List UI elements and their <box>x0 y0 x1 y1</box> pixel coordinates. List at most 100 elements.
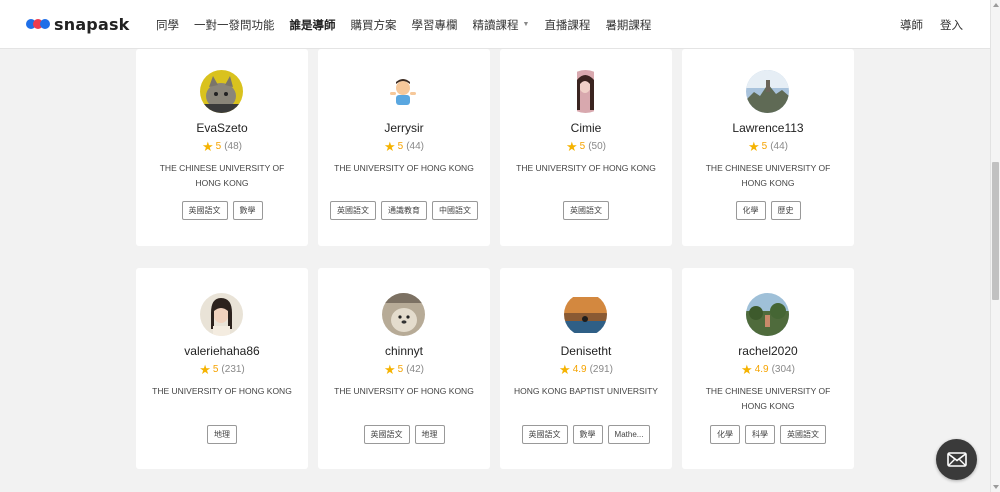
star-icon: ★ <box>741 361 753 377</box>
subject-tag[interactable]: 地理 <box>207 425 237 444</box>
nav-item-tutors[interactable]: 誰是導師 <box>290 17 336 33</box>
rating-score: 4.9 <box>754 364 769 375</box>
scrollbar-thumb[interactable] <box>992 162 999 300</box>
tutor-name: Denisetht <box>560 344 612 358</box>
rating-score: 5 <box>397 141 404 152</box>
avatar <box>746 293 789 336</box>
tutor-school: THE CHINESE UNIVERSITY OF HONG KONG <box>705 163 831 188</box>
tutor-name: valeriehaha86 <box>184 344 260 358</box>
avatar <box>746 70 789 113</box>
subject-tags: 英國語文 <box>500 201 672 220</box>
scroll-down-icon[interactable] <box>993 485 999 489</box>
logo-text: snapask <box>54 14 130 34</box>
subject-tags: 英國語文 數學 Mathe... <box>500 425 672 444</box>
subject-tags: 化學 歷史 <box>682 201 854 220</box>
tutor-link[interactable]: 導師 <box>900 17 923 33</box>
rating-count: (48) <box>224 141 242 152</box>
main-nav: 同學 一對一發問功能 誰是導師 購買方案 學習專欄 精讀課程 ▼ 直播課程 暑期… <box>156 0 666 49</box>
nav-item-summer[interactable]: 暑期課程 <box>605 17 651 33</box>
avatar <box>382 293 425 336</box>
tutor-rating: ★ 5 (44) <box>682 138 854 154</box>
tutor-name: EvaSzeto <box>196 121 248 135</box>
rating-count: (44) <box>770 141 788 152</box>
tutor-card[interactable]: Denisetht ★ 4.9 (291) HONG KONG BAPTIST … <box>500 268 672 469</box>
login-link[interactable]: 登入 <box>940 17 963 33</box>
envelope-icon <box>946 452 967 467</box>
top-navbar: snapask 同學 一對一發問功能 誰是導師 購買方案 學習專欄 精讀課程 ▼… <box>0 0 990 49</box>
rating-count: (44) <box>406 141 424 152</box>
tutor-card[interactable]: Jerrysir ★ 5 (44) THE UNIVERSITY OF HONG… <box>318 49 490 246</box>
tutor-card[interactable]: Lawrence113 ★ 5 (44) THE CHINESE UNIVERS… <box>682 49 854 246</box>
subject-tags: 地理 <box>136 425 308 444</box>
nav-item-one-on-one[interactable]: 一對一發問功能 <box>194 17 275 33</box>
nav-item-courses[interactable]: 精讀課程 ▼ <box>473 17 530 33</box>
subject-tag[interactable]: 數學 <box>232 201 263 220</box>
tutor-school: THE CHINESE UNIVERSITY OF HONG KONG <box>705 386 831 411</box>
tutor-card[interactable]: chinnyt ★ 5 (42) THE UNIVERSITY OF HONG … <box>318 268 490 469</box>
chevron-down-icon: ▼ <box>522 21 530 28</box>
nav-item-live[interactable]: 直播課程 <box>544 17 590 33</box>
subject-tags: 英國語文 地理 <box>318 425 490 444</box>
subject-tag[interactable]: 英國語文 <box>780 425 826 444</box>
star-icon: ★ <box>383 361 396 377</box>
tutor-rating: ★ 5 (44) <box>318 140 490 153</box>
tutor-card[interactable]: Cimie ★ 5 (50) THE UNIVERSITY OF HONG KO… <box>500 49 672 246</box>
nav-item-students[interactable]: 同學 <box>156 17 179 33</box>
tutor-name: Jerrysir <box>384 121 424 135</box>
rating-count: (291) <box>589 364 613 375</box>
tutor-name: chinnyt <box>384 344 424 358</box>
tutor-school: THE UNIVERSITY OF HONG KONG <box>152 386 292 396</box>
avatar <box>200 293 243 336</box>
tutor-school: THE UNIVERSITY OF HONG KONG <box>516 163 656 173</box>
subject-tag[interactable]: 英國語文 <box>363 425 410 444</box>
star-icon: ★ <box>747 138 760 154</box>
tutor-card[interactable]: EvaSzeto ★ 5 (48) THE CHINESE UNIVERSITY… <box>136 49 308 246</box>
logo-icon <box>26 19 50 29</box>
subject-tag[interactable]: 地理 <box>414 425 445 444</box>
rating-score: 5 <box>212 364 219 375</box>
star-icon: ★ <box>199 361 211 377</box>
avatar <box>382 70 425 113</box>
subject-tag[interactable]: 英國語文 <box>521 425 568 444</box>
subject-tag[interactable]: 英國語文 <box>330 201 376 220</box>
tutor-name: Lawrence113 <box>732 121 804 135</box>
tutor-rating: ★ 4.9 (304) <box>682 361 854 377</box>
tutor-rating: ★ 5 (231) <box>136 361 308 377</box>
subject-tag[interactable]: 化學 <box>735 201 766 220</box>
subject-tag[interactable]: 通識教育 <box>381 201 427 220</box>
tutor-school: THE UNIVERSITY OF HONG KONG <box>334 163 474 173</box>
subject-tag[interactable]: 數學 <box>572 425 603 444</box>
rating-count: (231) <box>221 364 245 375</box>
subject-tag[interactable]: 科學 <box>745 425 775 444</box>
tutor-school: HONG KONG BAPTIST UNIVERSITY <box>514 386 658 396</box>
subject-tag[interactable]: 英國語文 <box>563 201 609 220</box>
subject-tag[interactable]: 中國語文 <box>432 201 478 220</box>
star-icon: ★ <box>201 138 214 154</box>
page-scrollbar[interactable] <box>990 0 1000 492</box>
right-nav: 導師 登入 <box>883 0 963 49</box>
tutor-rating: ★ 5 (50) <box>500 138 672 154</box>
chat-button[interactable] <box>936 439 977 480</box>
avatar <box>564 70 607 113</box>
nav-item-pricing[interactable]: 購買方案 <box>351 17 397 33</box>
subject-tag[interactable]: 歷史 <box>770 201 801 220</box>
tutor-rating: ★ 5 (48) <box>136 138 308 154</box>
rating-score: 4.9 <box>572 364 587 375</box>
tutor-card[interactable]: valeriehaha86 ★ 5 (231) THE UNIVERSITY O… <box>136 268 308 469</box>
scroll-up-icon[interactable] <box>993 3 999 7</box>
avatar <box>200 70 243 113</box>
nav-item-blog[interactable]: 學習專欄 <box>412 17 458 33</box>
subject-tag[interactable]: 英國語文 <box>181 201 228 220</box>
subject-tag[interactable]: Mathe... <box>607 425 651 444</box>
nav-item-courses-label: 精讀課程 <box>472 19 519 32</box>
rating-score: 5 <box>761 141 768 152</box>
snapask-logo[interactable]: snapask <box>26 14 130 34</box>
subject-tag[interactable]: 化學 <box>710 425 740 444</box>
tutor-name: Cimie <box>570 121 602 135</box>
avatar <box>564 293 607 336</box>
star-icon: ★ <box>565 138 578 154</box>
tutor-school: THE CHINESE UNIVERSITY OF HONG KONG <box>159 163 285 188</box>
rating-score: 5 <box>397 364 404 375</box>
rating-score: 5 <box>215 141 222 152</box>
tutor-card[interactable]: rachel2020 ★ 4.9 (304) THE CHINESE UNIVE… <box>682 268 854 469</box>
